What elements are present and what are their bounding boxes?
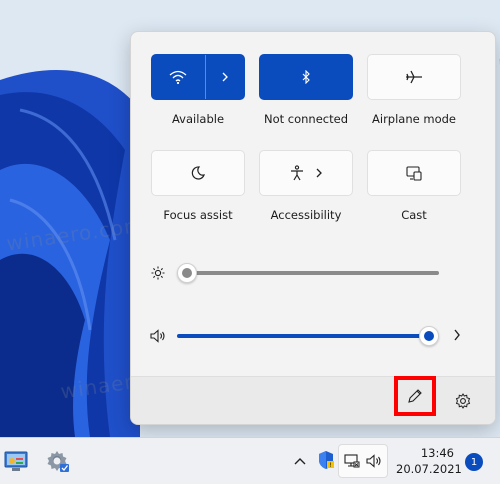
clock-date: 20.07.2021 (396, 462, 462, 476)
clock-time: 13:46 (420, 446, 454, 460)
brightness-slider[interactable] (177, 263, 441, 283)
audio-output-chevron-icon[interactable] (453, 329, 461, 341)
taskbar-clock[interactable]: 13:46 20.07.2021 (396, 445, 462, 477)
control-panel-icon (4, 450, 28, 472)
wifi-label: Available (171, 112, 225, 126)
airplane-icon (405, 70, 423, 84)
accessibility-tile[interactable] (259, 150, 353, 196)
edit-quick-settings-button[interactable] (394, 376, 436, 416)
volume-slider[interactable] (177, 326, 441, 346)
network-icon (344, 453, 360, 469)
wifi-tile[interactable] (151, 54, 245, 100)
quick-settings-tray-button[interactable] (338, 444, 388, 478)
wifi-toggle[interactable] (152, 55, 205, 99)
airplane-mode-label: Airplane mode (372, 112, 456, 126)
volume-track-fill (177, 334, 429, 338)
pencil-icon (407, 388, 423, 404)
control-panel-taskbar-button[interactable] (2, 447, 30, 475)
chevron-right-icon (221, 72, 229, 82)
focus-assist-tile[interactable] (151, 150, 245, 196)
chevron-right-icon (315, 168, 323, 178)
cast-icon (406, 165, 422, 181)
wifi-icon (169, 70, 187, 84)
speaker-icon[interactable] (150, 329, 166, 343)
bluetooth-tile[interactable] (259, 54, 353, 100)
bluetooth-icon (301, 70, 311, 84)
settings-taskbar-button[interactable] (44, 447, 72, 475)
cast-tile[interactable] (367, 150, 461, 196)
show-hidden-icons-chevron-icon[interactable] (292, 453, 308, 469)
gear-icon (455, 393, 471, 409)
quick-settings-panel: Available Not connected Airplane mode Fo… (130, 31, 496, 425)
speaker-tray-icon (366, 454, 382, 468)
accessibility-label: Accessibility (270, 208, 342, 222)
moon-icon (191, 166, 205, 180)
cast-label: Cast (401, 208, 427, 222)
windows-security-shield-icon[interactable]: ! (316, 450, 336, 470)
notification-badge[interactable]: 1 (465, 453, 483, 471)
svg-text:!: ! (329, 462, 331, 469)
quick-settings-footer (131, 376, 495, 424)
settings-button[interactable] (449, 387, 477, 415)
accessibility-icon (289, 165, 305, 181)
taskbar: ! 13:46 20.07.2021 1 (0, 437, 500, 484)
volume-thumb[interactable] (419, 326, 439, 346)
bluetooth-label: Not connected (263, 112, 349, 126)
gear-settings-app-icon (46, 449, 70, 473)
brightness-track (187, 271, 439, 275)
brightness-thumb[interactable] (177, 263, 197, 283)
wifi-expand-button[interactable] (206, 55, 244, 99)
focus-assist-label: Focus assist (163, 208, 233, 222)
brightness-icon (151, 266, 165, 280)
airplane-mode-tile[interactable] (367, 54, 461, 100)
